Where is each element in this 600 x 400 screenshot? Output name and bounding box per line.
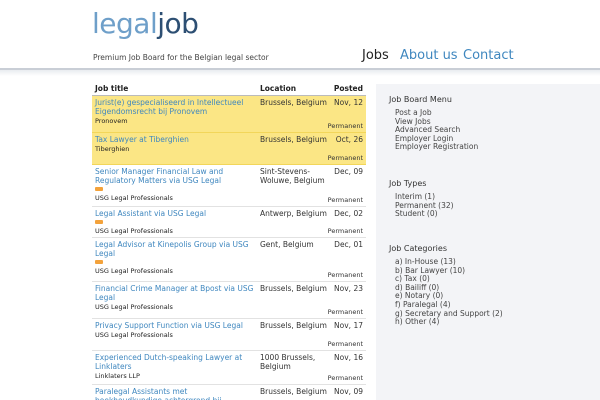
job-listing: Job title Location Posted Jurist(e) gesp… [92, 84, 366, 400]
nav-contact[interactable]: Contact [463, 48, 514, 63]
job-location: Gent, Belgium [260, 240, 314, 249]
column-header-location: Location [260, 84, 297, 93]
job-title-link[interactable]: Jurist(e) gespecialiseerd in Intellectue… [95, 98, 255, 116]
logo-part-job: job [157, 7, 199, 40]
job-type-label: Permanent [327, 196, 363, 204]
job-title-link[interactable]: Privacy Support Function via USG Legal [95, 321, 255, 330]
table-row: Privacy Support Function via USG Legal US… [92, 319, 366, 351]
table-row: Jurist(e) gespecialiseerd in Intellectue… [92, 96, 366, 133]
job-location: Brussels, Belgium [260, 321, 327, 330]
table-row: Experienced Dutch-speaking Lawyer at Lin… [92, 351, 366, 385]
nav-jobs[interactable]: Jobs [362, 48, 389, 63]
site-logo[interactable]: legaljob [92, 4, 199, 44]
company-name: Linklaters LLP [95, 372, 140, 380]
job-location: Brussels, Belgium [260, 387, 327, 396]
company-name: USG Legal Professionals [95, 303, 173, 311]
job-location: Antwerp, Belgium [260, 209, 327, 218]
sidebar-heading-menu: Job Board Menu [389, 95, 452, 104]
logo-part-legal: legal [92, 7, 158, 40]
job-title-link[interactable]: Financial Crime Manager at Bpost via USG… [95, 284, 255, 302]
rss-feed-icon[interactable] [95, 220, 103, 224]
table-row: Senior Manager Financial Law and Regulat… [92, 165, 366, 207]
job-title-link[interactable]: Experienced Dutch-speaking Lawyer at Lin… [95, 353, 255, 371]
company-name: Tiberghien [95, 145, 130, 153]
sidebar-category-link[interactable]: h) Other (4) [395, 317, 439, 326]
company-name: USG Legal Professionals [95, 227, 173, 235]
posted-date: Nov, 12 [334, 98, 363, 107]
sidebar-job-type-link[interactable]: Student (0) [395, 209, 438, 218]
table-header: Job title Location Posted [92, 84, 366, 96]
sidebar-menu-link[interactable]: Employer Registration [395, 142, 478, 151]
table-row: Legal Advisor at Kinepolis Group via USG… [92, 238, 366, 282]
job-type-label: Permanent [327, 340, 363, 348]
job-location: Brussels, Belgium [260, 135, 327, 144]
job-type-label: Permanent [327, 122, 363, 130]
posted-date: Nov, 09 [334, 387, 363, 396]
job-location: 1000 Brussels, Belgium [260, 353, 316, 371]
job-title-link[interactable]: Legal Assistant via USG Legal [95, 209, 255, 218]
posted-date: Dec, 01 [334, 240, 363, 249]
job-type-label: Permanent [327, 271, 363, 279]
posted-date: Dec, 02 [334, 209, 363, 218]
site-header: legaljob Premium Job Board for the Belgi… [0, 0, 600, 70]
table-row: Paralegal Assistants met boekhoudkundige… [92, 385, 366, 400]
posted-date: Oct, 26 [335, 135, 363, 144]
company-name: USG Legal Professionals [95, 194, 173, 202]
job-type-label: Permanent [327, 227, 363, 235]
company-name: Pronovem [95, 117, 128, 125]
job-location: Brussels, Belgium [260, 284, 327, 293]
job-location: Sint-Stevens-Woluwe, Belgium [260, 167, 325, 185]
posted-date: Nov, 23 [334, 284, 363, 293]
posted-date: Nov, 17 [334, 321, 363, 330]
sidebar-heading-job-types: Job Types [389, 179, 427, 188]
rss-feed-icon[interactable] [95, 187, 103, 191]
job-type-label: Permanent [327, 308, 363, 316]
table-body: Jurist(e) gespecialiseerd in Intellectue… [92, 96, 366, 400]
column-header-posted: Posted [333, 84, 363, 93]
job-title-link[interactable]: Paralegal Assistants met boekhoudkundige… [95, 387, 255, 400]
table-row: Financial Crime Manager at Bpost via USG… [92, 282, 366, 319]
job-type-label: Permanent [327, 374, 363, 382]
job-type-label: Permanent [327, 154, 363, 162]
job-title-link[interactable]: Legal Advisor at Kinepolis Group via USG… [95, 240, 255, 258]
posted-date: Dec, 09 [334, 167, 363, 176]
header-shadow [0, 70, 600, 76]
site-tagline: Premium Job Board for the Belgian legal … [93, 53, 269, 62]
sidebar-heading-job-categories: Job Categories [389, 244, 447, 253]
nav-about-us[interactable]: About us [400, 48, 458, 63]
sidebar: Job Board Menu Post a Job View Jobs Advanc… [376, 84, 600, 400]
table-row: Tax Lawyer at Tiberghien Tiberghien Brusse… [92, 133, 366, 165]
company-name: USG Legal Professionals [95, 267, 173, 275]
company-name: USG Legal Professionals [95, 331, 173, 339]
job-title-link[interactable]: Tax Lawyer at Tiberghien [95, 135, 255, 144]
table-row: Legal Assistant via USG Legal USG Legal P… [92, 207, 366, 238]
job-location: Brussels, Belgium [260, 98, 327, 107]
rss-feed-icon[interactable] [95, 260, 103, 264]
posted-date: Nov, 16 [334, 353, 363, 362]
column-header-title: Job title [95, 84, 129, 93]
job-title-link[interactable]: Senior Manager Financial Law and Regulat… [95, 167, 255, 185]
